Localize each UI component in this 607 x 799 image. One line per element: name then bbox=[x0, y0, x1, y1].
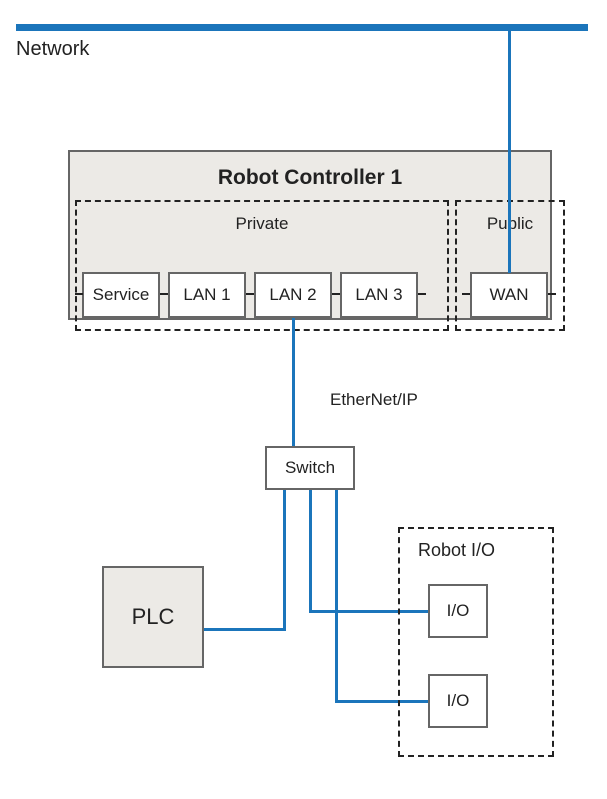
link-switch-io2 bbox=[335, 490, 338, 702]
port-connector bbox=[246, 293, 254, 295]
port-wan: WAN bbox=[470, 272, 548, 318]
ethernet-ip-label: EtherNet/IP bbox=[330, 390, 418, 410]
network-label: Network bbox=[16, 38, 89, 61]
robot-controller-title: Robot Controller 1 bbox=[70, 166, 550, 190]
port-connector bbox=[160, 293, 168, 295]
switch-box: Switch bbox=[265, 446, 355, 490]
robot-io-label: Robot I/O bbox=[418, 540, 495, 561]
port-service: Service bbox=[82, 272, 160, 318]
private-label: Private bbox=[77, 214, 447, 234]
link-lan2-switch bbox=[292, 318, 295, 446]
port-connector bbox=[75, 293, 83, 295]
plc-box: PLC bbox=[102, 566, 204, 668]
port-connector bbox=[332, 293, 340, 295]
link-switch-io1 bbox=[309, 490, 312, 612]
link-switch-plc bbox=[283, 490, 286, 630]
network-bar bbox=[16, 24, 588, 31]
port-connector bbox=[418, 293, 426, 295]
link-switch-plc bbox=[203, 628, 286, 631]
link-wan-network bbox=[508, 31, 511, 273]
port-lan3: LAN 3 bbox=[340, 272, 418, 318]
port-lan1: LAN 1 bbox=[168, 272, 246, 318]
port-connector bbox=[462, 293, 470, 295]
io-module-2: I/O bbox=[428, 674, 488, 728]
port-lan2: LAN 2 bbox=[254, 272, 332, 318]
io-module-1: I/O bbox=[428, 584, 488, 638]
port-connector bbox=[548, 293, 556, 295]
